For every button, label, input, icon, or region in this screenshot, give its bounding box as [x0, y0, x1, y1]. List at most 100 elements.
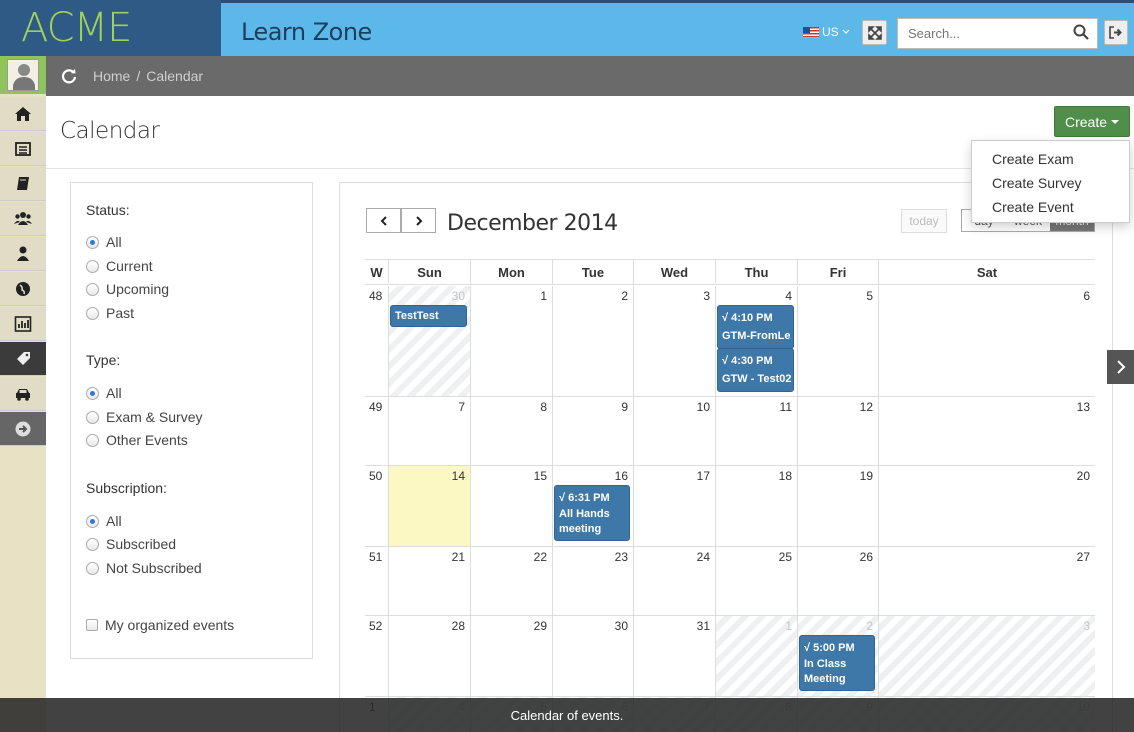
fullscreen-button[interactable] [862, 20, 887, 45]
logout-button[interactable] [1104, 20, 1128, 45]
day-cell[interactable]: 18 [715, 466, 797, 546]
chevron-right-icon [1116, 360, 1125, 374]
day-cell[interactable]: 10 [633, 397, 715, 465]
today-button[interactable]: today [901, 209, 947, 233]
status-option-upcoming[interactable]: Upcoming [86, 281, 169, 297]
event-time: √ 5:00 PM [804, 642, 855, 654]
radio-button[interactable] [86, 282, 99, 296]
day-number: 29 [533, 619, 547, 633]
day-cell[interactable]: 13 [878, 397, 1095, 465]
radio-button[interactable] [86, 433, 99, 447]
day-cell[interactable]: 2 [552, 286, 633, 396]
radio-button[interactable] [86, 306, 99, 320]
day-cell[interactable]: 26 [797, 547, 878, 615]
search-input[interactable] [898, 19, 1058, 48]
day-cell[interactable]: 5 [797, 286, 878, 396]
day-cell[interactable]: 30 [552, 616, 633, 696]
type-option-other-events[interactable]: Other Events [86, 432, 188, 448]
day-number: 8 [540, 400, 547, 414]
sidebar-item-list[interactable] [0, 132, 46, 166]
day-cell[interactable]: 9 [552, 397, 633, 465]
menu-item-create-survey[interactable]: Create Survey [972, 171, 1129, 195]
day-cell[interactable]: 15 [470, 466, 552, 546]
day-cell[interactable]: 8 [470, 397, 552, 465]
day-cell[interactable]: 23 [552, 547, 633, 615]
radio-button[interactable] [86, 235, 99, 249]
day-cell[interactable]: 27 [878, 547, 1095, 615]
week-row: 51 21 22 23 24 25 26 27 [365, 547, 1095, 616]
brand-logo[interactable]: ACME [0, 0, 221, 59]
radio-button[interactable] [86, 386, 99, 400]
day-cell[interactable]: 29 [470, 616, 552, 696]
create-button[interactable]: Create [1054, 106, 1130, 137]
day-cell[interactable]: 11 [715, 397, 797, 465]
radio-button[interactable] [86, 259, 99, 273]
next-month-button[interactable] [401, 208, 436, 233]
my-organized-events-filter[interactable]: My organized events [86, 617, 234, 633]
sidebar-item-tag[interactable] [0, 342, 46, 376]
subscription-option-all[interactable]: All [86, 513, 122, 529]
subscription-option-subscribed[interactable]: Subscribed [86, 536, 176, 552]
locale-selector[interactable]: US [803, 25, 850, 39]
day-cell[interactable]: 19 [797, 466, 878, 546]
day-cell[interactable]: 6 [878, 286, 1095, 396]
day-cell[interactable]: 3 [878, 616, 1095, 696]
radio-button[interactable] [86, 537, 99, 551]
calendar-event[interactable]: √ 4:10 PM GTM-FromLe [717, 305, 794, 349]
day-cell[interactable]: 28 [388, 616, 470, 696]
calendar-header-row: W Sun Mon Tue Wed Thu Fri Sat [365, 259, 1095, 285]
day-number: 7 [458, 400, 465, 414]
user-avatar[interactable] [0, 56, 46, 94]
prev-month-button[interactable] [366, 208, 401, 233]
type-option-exam-survey[interactable]: Exam & Survey [86, 409, 202, 425]
refresh-icon[interactable] [60, 67, 78, 85]
option-label: All [106, 234, 122, 250]
status-option-all[interactable]: All [86, 234, 122, 250]
status-option-past[interactable]: Past [86, 305, 134, 321]
sidebar-item-globe[interactable] [0, 272, 46, 306]
day-cell[interactable]: 31 [633, 616, 715, 696]
brand-logo-text: ACME [21, 5, 132, 51]
day-cell[interactable]: 12 [797, 397, 878, 465]
day-cell[interactable]: 17 [633, 466, 715, 546]
status-option-current[interactable]: Current [86, 258, 153, 274]
calendar-event[interactable]: √ 4:30 PM GTW - Test02 [717, 348, 794, 392]
breadcrumb-home-link[interactable]: Home [93, 68, 130, 84]
day-cell[interactable]: 30 [388, 286, 470, 396]
sidebar-item-groups[interactable] [0, 202, 46, 236]
day-cell[interactable]: 3 [633, 286, 715, 396]
day-cell[interactable]: 14 [388, 466, 470, 546]
sidebar-item-reports[interactable] [0, 307, 46, 341]
radio-button[interactable] [86, 410, 99, 424]
calendar-event[interactable]: √ 6:31 PM All Hands meeting [554, 485, 630, 541]
sidebar-item-book[interactable] [0, 167, 46, 201]
day-cell[interactable]: 22 [470, 547, 552, 615]
sidebar-item-car[interactable] [0, 377, 46, 411]
menu-item-create-event[interactable]: Create Event [972, 195, 1129, 219]
menu-item-create-exam[interactable]: Create Exam [972, 147, 1129, 171]
day-cell[interactable]: 24 [633, 547, 715, 615]
day-cell[interactable]: 20 [878, 466, 1095, 546]
caret-down-icon [1111, 119, 1120, 124]
day-cell[interactable]: 1 [470, 286, 552, 396]
radio-button[interactable] [86, 514, 99, 528]
day-number: 28 [451, 619, 465, 633]
calendar-event[interactable]: TestTest [390, 305, 467, 327]
sidebar-item-home[interactable] [0, 97, 46, 131]
day-cell[interactable]: 21 [388, 547, 470, 615]
day-cell[interactable]: 25 [715, 547, 797, 615]
day-number: 30 [614, 619, 628, 633]
sidebar-item-user[interactable] [0, 237, 46, 271]
day-cell[interactable]: 1 [715, 616, 797, 696]
week-number: 51 [369, 550, 383, 564]
checkbox[interactable] [86, 619, 98, 631]
event-title: In Class Meeting [804, 658, 847, 685]
search-icon[interactable] [1073, 24, 1089, 40]
calendar-event[interactable]: √ 5:00 PM In Class Meeting [799, 635, 875, 691]
subscription-option-not-subscribed[interactable]: Not Subscribed [86, 560, 202, 576]
sidebar-item-more[interactable] [0, 412, 46, 446]
day-cell[interactable]: 7 [388, 397, 470, 465]
type-option-all[interactable]: All [86, 385, 122, 401]
next-panel-button[interactable] [1107, 350, 1134, 384]
radio-button[interactable] [86, 561, 99, 575]
